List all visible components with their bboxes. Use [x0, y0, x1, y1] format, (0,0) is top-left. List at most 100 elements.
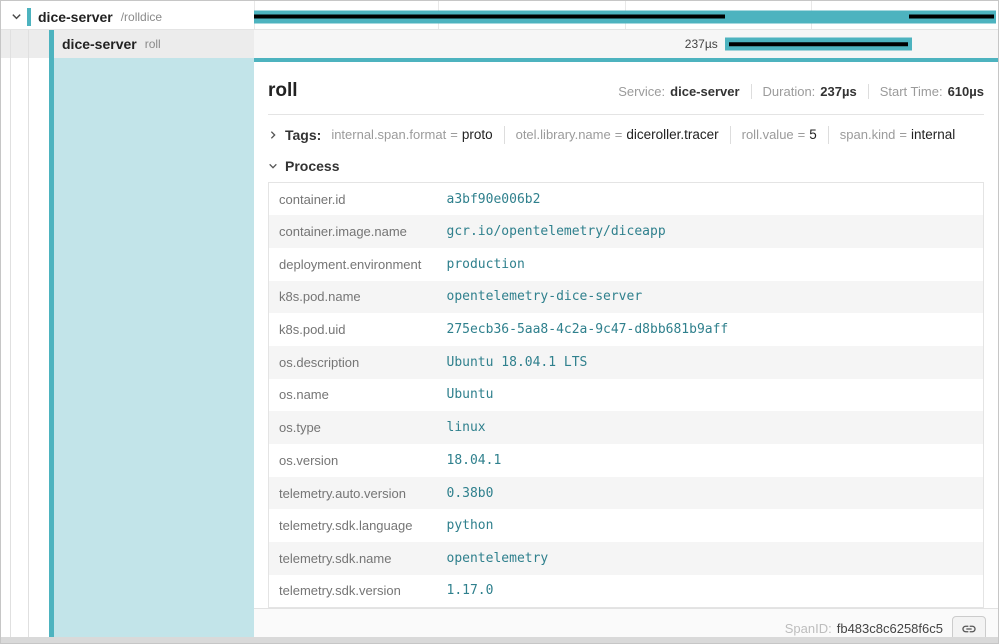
indent-guide [10, 30, 11, 58]
process-key: telemetry.sdk.name [269, 542, 437, 575]
process-value: Ubuntu [437, 379, 984, 412]
table-row: telemetry.sdk.nameopentelemetry [269, 542, 984, 575]
span-name-cell[interactable]: dice-server /rolldice [1, 4, 254, 29]
span-duration-label: 237µs [685, 37, 723, 51]
tag-equals: = [450, 127, 458, 142]
tag-key: internal.span.format [331, 127, 446, 142]
divider [730, 126, 731, 144]
table-row: container.image.namegcr.io/opentelemetry… [269, 215, 984, 248]
process-value: 0.38b0 [437, 477, 984, 510]
tag-equals: = [798, 127, 806, 142]
table-row: os.nameUbuntu [269, 379, 984, 412]
table-row: k8s.pod.nameopentelemetry-dice-server [269, 281, 984, 314]
tags-label: Tags: [285, 127, 321, 143]
service-stat-label: Service: [618, 84, 665, 99]
table-row: telemetry.auto.version0.38b0 [269, 477, 984, 510]
divider [751, 84, 752, 99]
span-stats: Service: dice-server Duration: 237µs Sta… [618, 84, 984, 99]
process-key: telemetry.sdk.language [269, 509, 437, 542]
operation-name: roll [145, 37, 161, 51]
span-title: roll [268, 80, 298, 102]
table-row: os.typelinux [269, 411, 984, 444]
process-table: container.ida3bf90e006b2 container.image… [268, 182, 984, 608]
jaeger-trace-detail-view: dice-server /rolldice dice-server roll [0, 0, 999, 644]
span-row-rolldice[interactable]: dice-server /rolldice [1, 4, 998, 29]
divider [828, 126, 829, 144]
tag-key: otel.library.name [516, 127, 611, 142]
table-row: deployment.environmentproduction [269, 248, 984, 281]
bottom-scroll-track [1, 637, 998, 643]
duration-stat-label: Duration: [763, 84, 816, 99]
process-key: telemetry.sdk.version [269, 575, 437, 608]
table-row: telemetry.sdk.languagepython [269, 509, 984, 542]
process-key: os.description [269, 346, 437, 379]
table-row: telemetry.sdk.version1.17.0 [269, 575, 984, 608]
process-value: a3bf90e006b2 [437, 183, 984, 216]
indent-guide [10, 58, 11, 642]
process-value: 1.17.0 [437, 575, 984, 608]
process-value: 18.04.1 [437, 444, 984, 477]
span-track[interactable] [254, 4, 998, 29]
process-accordion[interactable]: Process [268, 155, 984, 176]
table-row: k8s.pod.uid275ecb36-5aa8-4c2a-9c47-d8bb6… [269, 313, 984, 346]
service-color-bar [27, 8, 31, 26]
process-key: container.image.name [269, 215, 437, 248]
tag-value: proto [462, 127, 493, 142]
span-track[interactable]: 237µs [254, 30, 998, 58]
service-stat-value: dice-server [670, 84, 739, 99]
spanid-value: fb483c8c6258f6c5 [837, 621, 943, 636]
divider [268, 114, 984, 115]
process-key: k8s.pod.name [269, 281, 437, 314]
table-row: os.descriptionUbuntu 18.04.1 LTS [269, 346, 984, 379]
process-key: container.id [269, 183, 437, 216]
process-value: 275ecb36-5aa8-4c2a-9c47-d8bb681b9aff [437, 313, 984, 346]
selected-span-highlight [54, 58, 254, 642]
trace-timeline: dice-server /rolldice dice-server roll [1, 1, 998, 58]
selected-span-gutter [1, 58, 254, 642]
process-value: opentelemetry-dice-server [437, 281, 984, 314]
tag-key: span.kind [840, 127, 896, 142]
duration-stat-value: 237µs [820, 84, 856, 99]
service-name: dice-server [38, 9, 113, 25]
tag-equals: = [899, 127, 907, 142]
span-name-cell[interactable]: dice-server roll [1, 30, 254, 58]
tag-key: roll.value [742, 127, 794, 142]
process-key: telemetry.auto.version [269, 477, 437, 510]
span-bar-rolldice[interactable] [254, 10, 996, 23]
process-key: deployment.environment [269, 248, 437, 281]
start-time-stat-value: 610µs [948, 84, 984, 99]
start-time-stat-label: Start Time: [880, 84, 943, 99]
service-name: dice-server [62, 36, 137, 52]
indent-guide [28, 30, 29, 58]
process-value: opentelemetry [437, 542, 984, 575]
process-key: os.type [269, 411, 437, 444]
process-value: production [437, 248, 984, 281]
process-value: gcr.io/opentelemetry/diceapp [437, 215, 984, 248]
table-row: container.ida3bf90e006b2 [269, 183, 984, 216]
process-key: os.name [269, 379, 437, 412]
divider [504, 126, 505, 144]
chevron-down-icon [268, 161, 278, 171]
divider [868, 84, 869, 99]
self-time-segment [254, 15, 725, 19]
span-bar-roll[interactable] [725, 38, 912, 51]
operation-name: /rolldice [121, 10, 162, 24]
chevron-down-icon[interactable] [9, 11, 23, 22]
tag-value: diceroller.tracer [626, 127, 718, 142]
span-detail-panel: roll Service: dice-server Duration: 237µ… [254, 58, 998, 642]
tags-accordion[interactable]: Tags: internal.span.format = proto otel.… [268, 123, 984, 146]
link-icon [961, 621, 977, 637]
tag-value: internal [911, 127, 955, 142]
process-key: k8s.pod.uid [269, 313, 437, 346]
process-label: Process [285, 158, 339, 174]
self-time-segment [729, 42, 908, 47]
span-detail-header: roll Service: dice-server Duration: 237µ… [268, 80, 984, 102]
table-row: os.version18.04.1 [269, 444, 984, 477]
self-time-segment [909, 15, 994, 19]
span-row-roll-selected[interactable]: dice-server roll 237µs [1, 29, 998, 58]
process-value: Ubuntu 18.04.1 LTS [437, 346, 984, 379]
service-color-bar [49, 30, 54, 58]
process-value: linux [437, 411, 984, 444]
tag-equals: = [615, 127, 623, 142]
indent-guide [28, 58, 29, 642]
